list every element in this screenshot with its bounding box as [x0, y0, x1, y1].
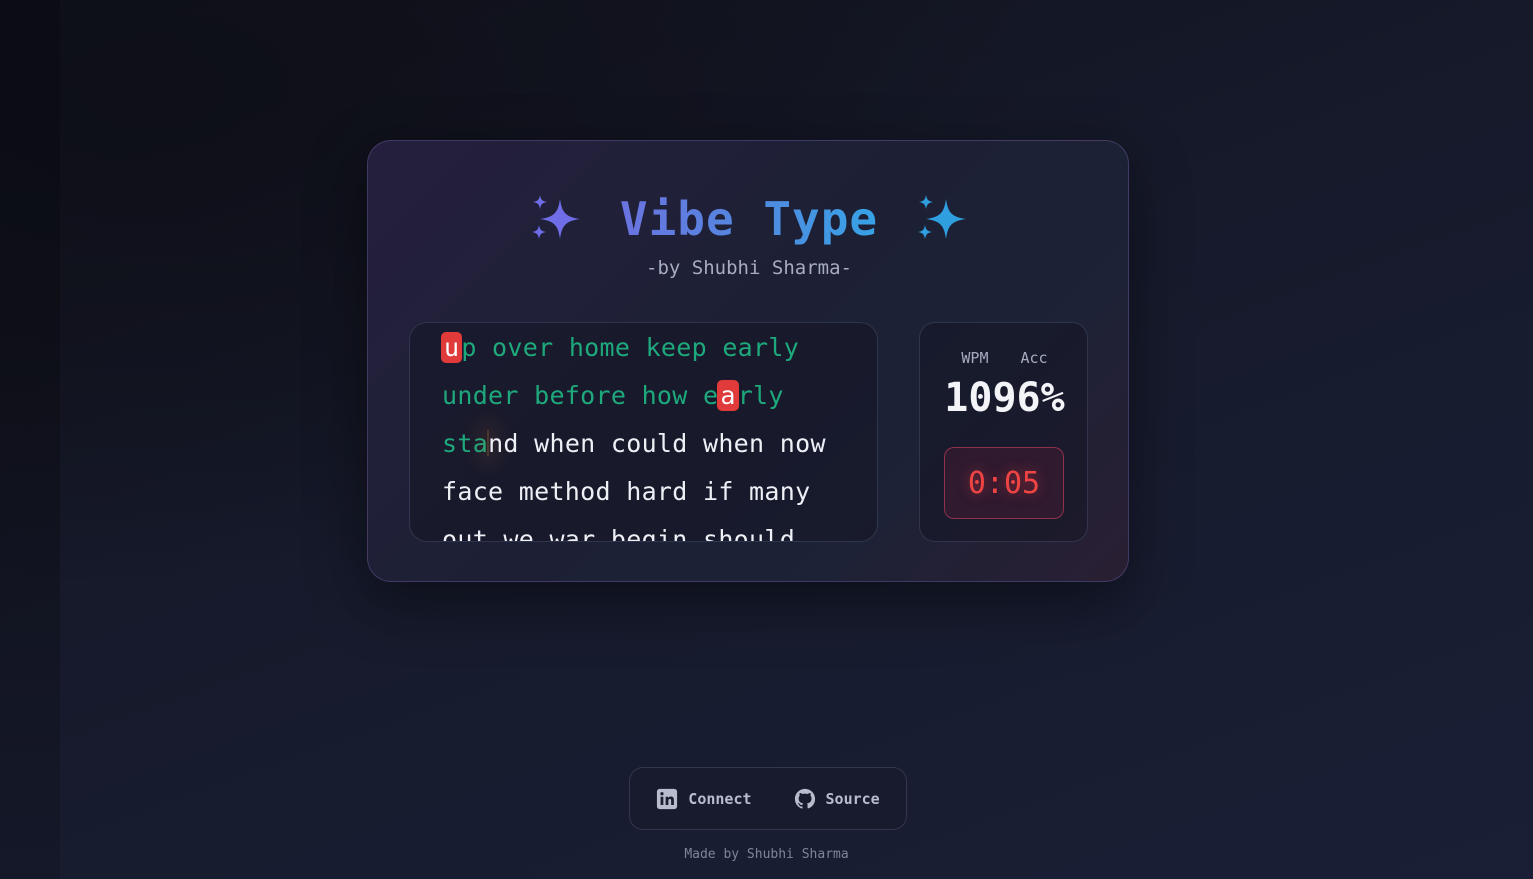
error-char: u	[441, 332, 463, 363]
sparkle-right-icon	[918, 195, 967, 239]
correct-chars: p over home keep early	[461, 333, 800, 362]
text-line: face method hard if many	[442, 477, 810, 506]
pending-chars: nd when could when now	[488, 429, 826, 458]
source-link[interactable]: Source	[794, 788, 880, 810]
text-line: up over home keep early	[441, 332, 800, 363]
pending-chars: out we war begin should	[442, 525, 796, 542]
text-line: out we war begin should	[442, 525, 796, 542]
linkedin-icon	[657, 788, 678, 809]
made-by-credit: Made by Shubhi Sharma	[684, 847, 849, 862]
stats-panel: WPM Acc 1096% 0:05	[919, 322, 1088, 542]
connect-label: Connect	[688, 789, 752, 808]
title-row: Vibe Type	[368, 189, 1130, 249]
error-char: a	[717, 380, 739, 411]
text-line: under before how early	[442, 380, 784, 411]
stat-labels: WPM Acc	[920, 349, 1089, 367]
correct-chars: under before how e	[442, 381, 719, 410]
connect-link[interactable]: Connect	[656, 788, 752, 810]
main-card: Vibe Type -by Shubhi Sharma- up over hom…	[367, 140, 1129, 582]
countdown-timer: 0:05	[944, 447, 1064, 519]
app-title: Vibe Type	[619, 192, 879, 246]
github-icon	[794, 788, 815, 809]
correct-chars: sta	[442, 429, 489, 458]
accuracy-label: Acc	[1020, 349, 1048, 367]
source-label: Source	[825, 789, 880, 808]
correct-chars: rly	[737, 381, 784, 410]
author-subtitle: -by Shubhi Sharma-	[646, 257, 852, 279]
text-line: stand when could when now	[442, 429, 826, 458]
sparkle-left-icon	[531, 195, 580, 239]
stat-value: 1096%	[944, 375, 1065, 421]
background-shade	[0, 0, 60, 879]
wpm-label: WPM	[961, 349, 989, 367]
pending-chars: face method hard if many	[442, 477, 811, 506]
typing-area[interactable]: up over home keep early under before how…	[409, 322, 878, 542]
footer-links: Connect Source	[629, 767, 907, 830]
